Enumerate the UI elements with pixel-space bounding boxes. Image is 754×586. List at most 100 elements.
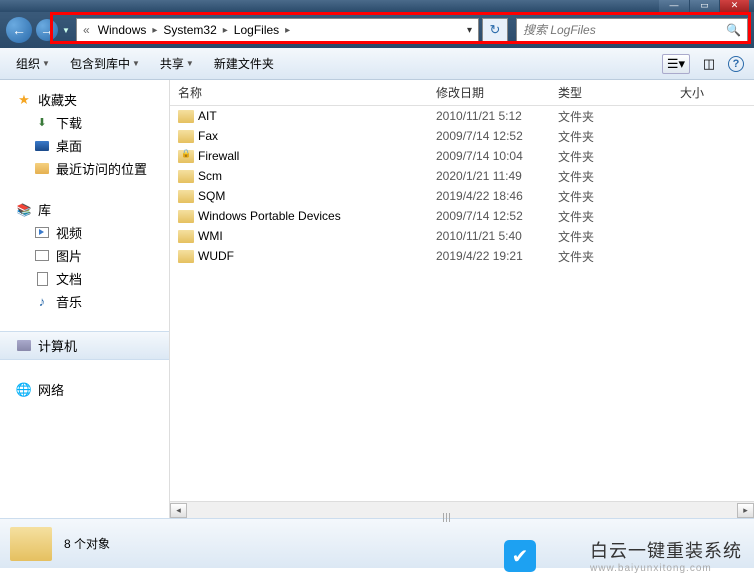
horizontal-scrollbar[interactable]: ◂ ▸ bbox=[170, 501, 754, 518]
video-icon bbox=[34, 225, 50, 241]
file-date: 2019/4/22 19:21 bbox=[428, 249, 550, 263]
column-type[interactable]: 类型 bbox=[550, 80, 672, 105]
nav-pictures[interactable]: 图片 bbox=[0, 244, 169, 267]
folder-icon bbox=[10, 527, 52, 561]
file-name: WMI bbox=[198, 229, 223, 243]
watermark-logo-icon: ✔ bbox=[504, 540, 536, 572]
address-bar[interactable]: « Windows ▸ System32 ▸ LogFiles ▸ ▾ bbox=[76, 18, 479, 42]
nav-libraries[interactable]: 库 bbox=[0, 198, 169, 221]
recent-icon bbox=[34, 161, 50, 177]
breadcrumb-segment[interactable]: System32 bbox=[159, 23, 220, 37]
table-row[interactable]: WUDF 2019/4/22 19:21文件夹 bbox=[170, 246, 754, 266]
navigation-pane: ★收藏夹 下载 桌面 最近访问的位置 库 视频 图片 文档 ♪音乐 计算机 🌐网… bbox=[0, 80, 170, 518]
scroll-right-button[interactable]: ▸ bbox=[737, 503, 754, 518]
help-button[interactable]: ? bbox=[728, 56, 744, 72]
nav-desktop[interactable]: 桌面 bbox=[0, 134, 169, 157]
chevron-right-icon[interactable]: ▸ bbox=[283, 25, 292, 36]
table-row[interactable]: AIT 2010/11/21 5:12文件夹 bbox=[170, 106, 754, 126]
arrow-right-icon: → bbox=[40, 22, 54, 38]
forward-button[interactable]: → bbox=[36, 19, 58, 41]
include-library-menu[interactable]: 包含到库中 ▼ bbox=[64, 51, 146, 76]
watermark: 白云一键重装系统 www.baiyunxitong.com bbox=[590, 537, 742, 574]
file-type: 文件夹 bbox=[550, 108, 672, 125]
file-date: 2010/11/21 5:40 bbox=[428, 229, 550, 243]
refresh-button[interactable]: ↻ bbox=[482, 18, 508, 42]
file-name: Firewall bbox=[198, 149, 239, 163]
navigation-bar: ← → ▼ « Windows ▸ System32 ▸ LogFiles ▸ … bbox=[0, 12, 754, 48]
organize-menu[interactable]: 组织 ▼ bbox=[10, 51, 56, 76]
nav-computer[interactable]: 计算机 bbox=[0, 331, 169, 360]
maximize-button[interactable]: ▭ bbox=[689, 0, 719, 12]
file-name: WUDF bbox=[198, 249, 234, 263]
file-date: 2009/7/14 12:52 bbox=[428, 209, 550, 223]
file-date: 2019/4/22 18:46 bbox=[428, 189, 550, 203]
search-box[interactable]: 🔍 bbox=[516, 18, 748, 42]
folder-icon bbox=[178, 210, 194, 223]
file-name: AIT bbox=[198, 109, 217, 123]
refresh-icon: ↻ bbox=[490, 22, 501, 38]
file-date: 2009/7/14 10:04 bbox=[428, 149, 550, 163]
minimize-button[interactable]: — bbox=[659, 0, 689, 12]
status-text: 8 个对象 bbox=[64, 535, 110, 552]
column-size[interactable]: 大小 bbox=[672, 80, 754, 105]
file-type: 文件夹 bbox=[550, 188, 672, 205]
column-headers: 名称 修改日期 类型 大小 bbox=[170, 80, 754, 106]
file-type: 文件夹 bbox=[550, 248, 672, 265]
toolbar: 组织 ▼ 包含到库中 ▼ 共享 ▼ 新建文件夹 ☰ ▾ ◫ ? bbox=[0, 48, 754, 80]
library-icon bbox=[16, 202, 32, 218]
file-type: 文件夹 bbox=[550, 208, 672, 225]
network-icon: 🌐 bbox=[16, 382, 32, 398]
file-name: Fax bbox=[198, 129, 218, 143]
new-folder-button[interactable]: 新建文件夹 bbox=[208, 51, 280, 76]
watermark-url: www.baiyunxitong.com bbox=[590, 563, 742, 574]
breadcrumb: Windows ▸ System32 ▸ LogFiles ▸ bbox=[94, 23, 461, 37]
folder-icon bbox=[178, 170, 194, 183]
desktop-icon bbox=[34, 138, 50, 154]
breadcrumb-segment[interactable]: Windows bbox=[94, 23, 151, 37]
search-input[interactable] bbox=[517, 23, 720, 37]
file-date: 2010/11/21 5:12 bbox=[428, 109, 550, 123]
view-options-button[interactable]: ☰ ▾ bbox=[662, 54, 690, 74]
nav-favorites[interactable]: ★收藏夹 bbox=[0, 88, 169, 111]
nav-network[interactable]: 🌐网络 bbox=[0, 378, 169, 401]
folder-icon bbox=[178, 130, 194, 143]
nav-videos[interactable]: 视频 bbox=[0, 221, 169, 244]
nav-documents[interactable]: 文档 bbox=[0, 267, 169, 290]
chevron-down-icon: ▾ bbox=[678, 56, 685, 72]
share-menu[interactable]: 共享 ▼ bbox=[154, 51, 200, 76]
folder-icon bbox=[178, 190, 194, 203]
chevron-right-icon[interactable]: ▸ bbox=[221, 25, 230, 36]
nav-history-dropdown[interactable]: ▼ bbox=[62, 26, 72, 35]
title-bar: — ▭ ✕ bbox=[0, 0, 754, 12]
file-date: 2020/1/21 11:49 bbox=[428, 169, 550, 183]
preview-pane-button[interactable]: ◫ bbox=[698, 54, 720, 74]
scroll-left-button[interactable]: ◂ bbox=[170, 503, 187, 518]
table-row[interactable]: Fax2009/7/14 12:52文件夹 bbox=[170, 126, 754, 146]
star-icon: ★ bbox=[16, 92, 32, 108]
back-button[interactable]: ← bbox=[6, 17, 32, 43]
nav-recent[interactable]: 最近访问的位置 bbox=[0, 157, 169, 180]
address-dropdown[interactable]: ▾ bbox=[461, 25, 478, 36]
table-row[interactable]: SQM2019/4/22 18:46文件夹 bbox=[170, 186, 754, 206]
nav-music[interactable]: ♪音乐 bbox=[0, 290, 169, 313]
table-row[interactable]: Scm2020/1/21 11:49文件夹 bbox=[170, 166, 754, 186]
picture-icon bbox=[34, 248, 50, 264]
table-row[interactable]: Firewall 2009/7/14 10:04文件夹 bbox=[170, 146, 754, 166]
table-row[interactable]: WMI 2010/11/21 5:40文件夹 bbox=[170, 226, 754, 246]
close-button[interactable]: ✕ bbox=[719, 0, 749, 12]
breadcrumb-segment[interactable]: LogFiles bbox=[230, 23, 283, 37]
chevron-down-icon: ▼ bbox=[186, 59, 194, 68]
table-row[interactable]: Windows Portable Devices 2009/7/14 12:52文… bbox=[170, 206, 754, 226]
column-name[interactable]: 名称 bbox=[170, 80, 428, 105]
file-type: 文件夹 bbox=[550, 148, 672, 165]
file-date: 2009/7/14 12:52 bbox=[428, 129, 550, 143]
arrow-left-icon: ← bbox=[12, 22, 26, 38]
folder-icon: « bbox=[77, 23, 94, 37]
download-icon bbox=[34, 115, 50, 131]
chevron-right-icon[interactable]: ▸ bbox=[150, 25, 159, 36]
nav-downloads[interactable]: 下载 bbox=[0, 111, 169, 134]
file-type: 文件夹 bbox=[550, 228, 672, 245]
search-icon[interactable]: 🔍 bbox=[720, 23, 747, 37]
file-name: Windows Portable Devices bbox=[198, 209, 341, 223]
column-date[interactable]: 修改日期 bbox=[428, 80, 550, 105]
